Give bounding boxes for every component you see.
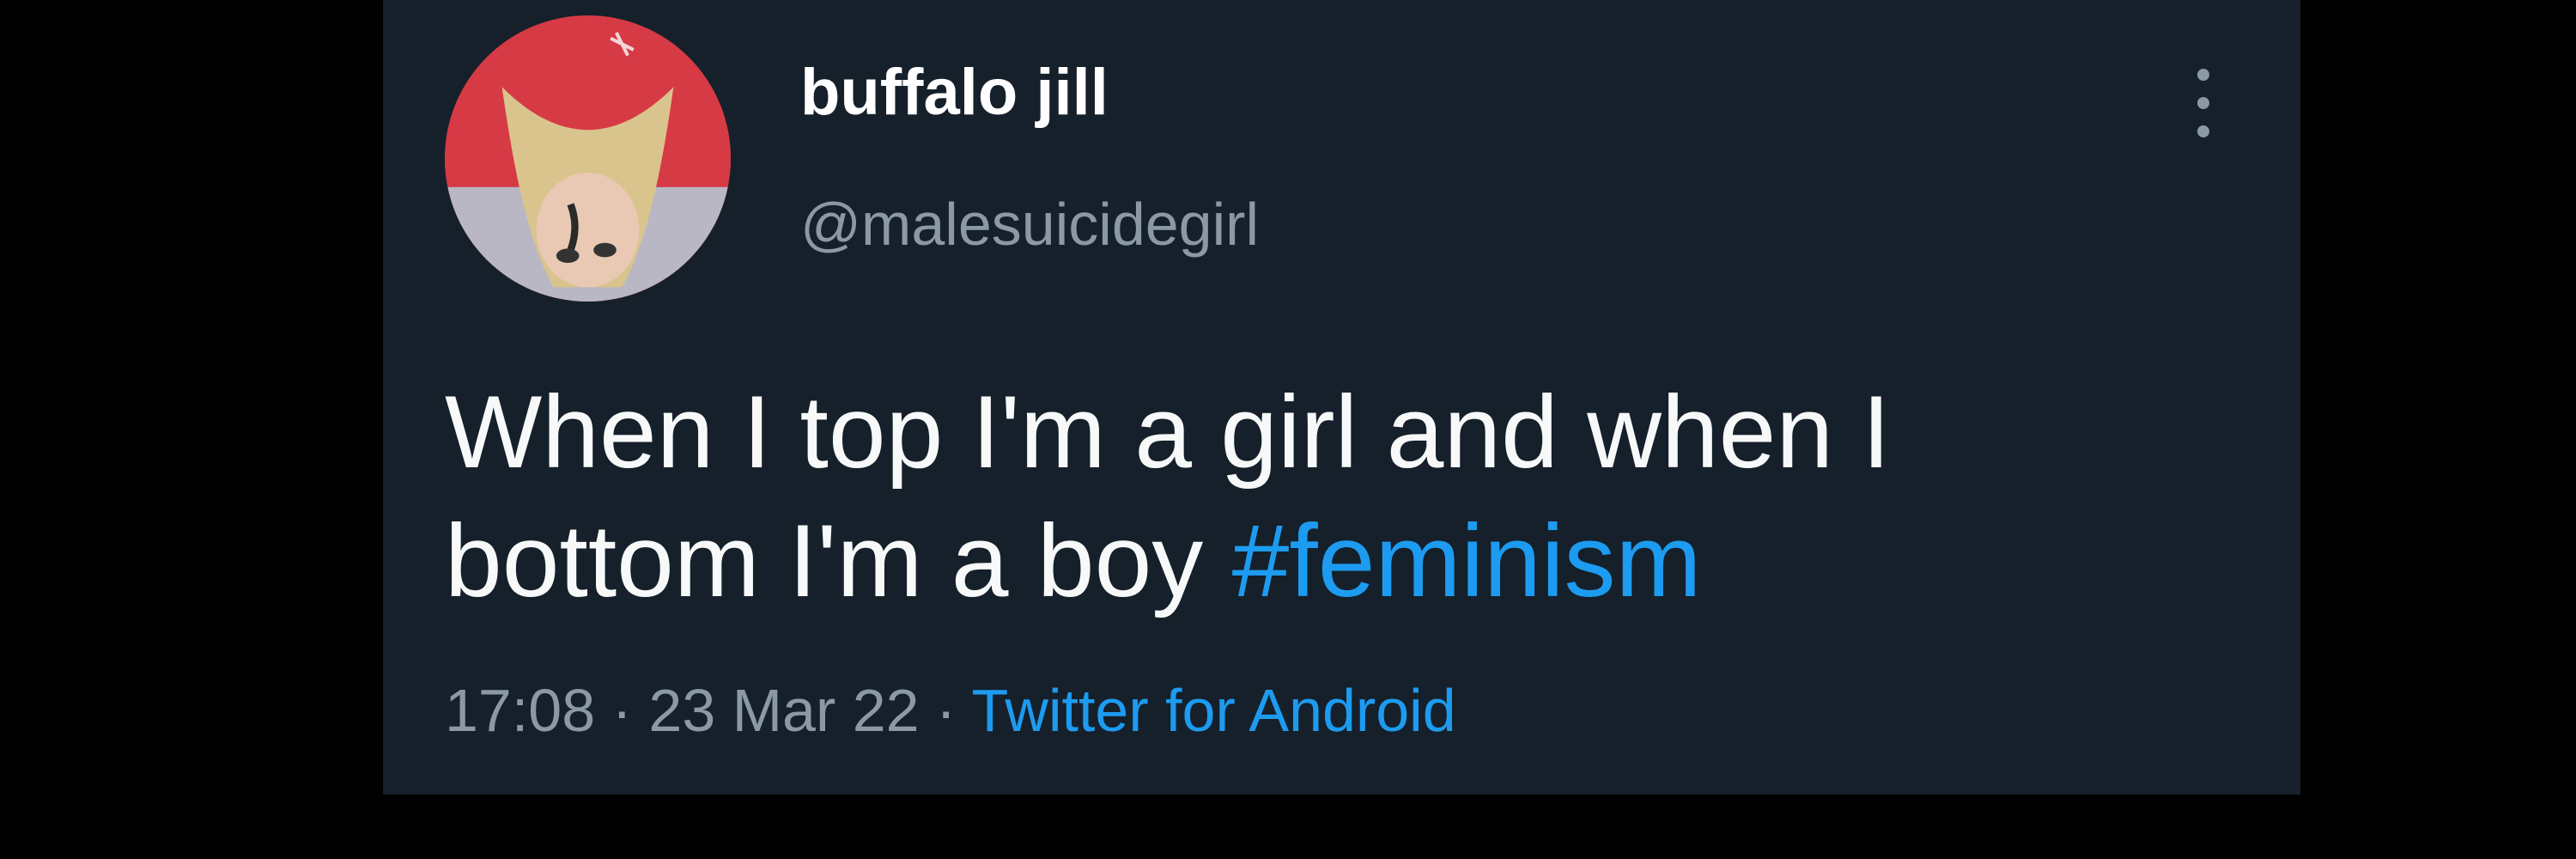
- tweet-meta: 17:08 · 23 Mar 22 · Twitter for Android: [445, 680, 1456, 740]
- author-handle[interactable]: @malesuicidegirl: [800, 194, 1259, 254]
- more-dot-icon: [2197, 125, 2209, 137]
- more-dot-icon: [2197, 97, 2209, 109]
- tweet-date[interactable]: 23 Mar 22: [648, 677, 919, 744]
- profile-photo-icon: [445, 15, 731, 302]
- tweet-source-link[interactable]: Twitter for Android: [972, 677, 1456, 744]
- tweet-text: When I top I'm a girl and when I bottom …: [445, 368, 2248, 625]
- tweet-time[interactable]: 17:08: [445, 677, 595, 744]
- hashtag-link[interactable]: #feminism: [1232, 503, 1702, 618]
- more-options-button[interactable]: [2178, 60, 2229, 146]
- avatar[interactable]: [445, 15, 731, 302]
- tweet-text-body: bottom I'm a boy: [445, 503, 1232, 618]
- meta-separator: ·: [595, 677, 649, 744]
- tweet-text-line-1: When I top I'm a girl and when I: [445, 375, 1891, 490]
- meta-separator: ·: [919, 677, 972, 744]
- tweet-card: buffalo jill @malesuicidegirl When I top…: [383, 0, 2300, 795]
- more-dot-icon: [2197, 69, 2209, 81]
- page: buffalo jill @malesuicidegirl When I top…: [0, 0, 2576, 859]
- tweet-text-line-2: bottom I'm a boy #feminism: [445, 497, 2248, 625]
- author-display-name[interactable]: buffalo jill: [800, 60, 1109, 125]
